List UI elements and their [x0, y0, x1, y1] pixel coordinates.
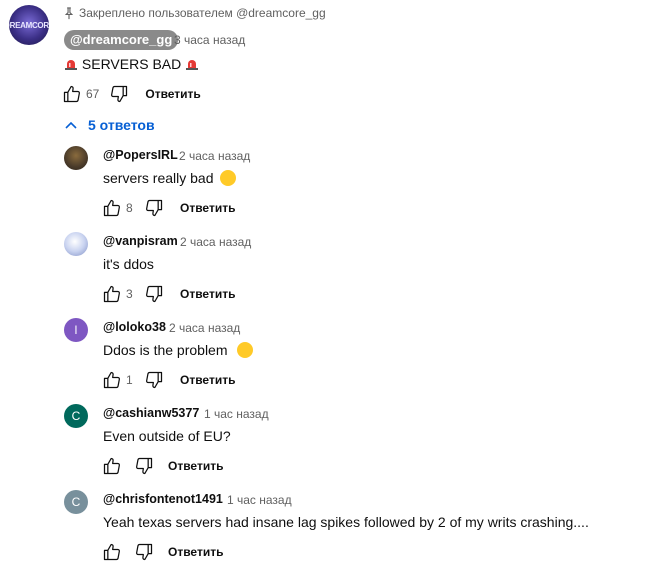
siren-emoji-icon: [186, 60, 199, 70]
comment-author[interactable]: @dreamcore_gg: [64, 30, 179, 50]
thumbs-down-icon: [146, 371, 163, 389]
reply-button[interactable]: Ответить: [168, 459, 223, 473]
like-button[interactable]: [100, 282, 124, 306]
reply-actions: 3 Ответить: [100, 282, 235, 306]
reply-text: Yeah texas servers had insane lag spikes…: [103, 514, 589, 530]
avatar[interactable]: l: [64, 318, 88, 342]
dislike-button[interactable]: [132, 540, 156, 564]
thumbs-down-icon: [111, 85, 128, 103]
comment-text: SERVERS BAD: [64, 56, 199, 72]
like-button[interactable]: [100, 196, 124, 220]
thumbs-up-icon: [103, 457, 120, 475]
reply-actions: 1 Ответить: [100, 368, 235, 392]
thumbs-up-icon: [103, 285, 120, 303]
avatar-letter: C: [71, 495, 81, 509]
reply-author[interactable]: @loloko38: [103, 320, 166, 334]
reply-button[interactable]: Ответить: [180, 201, 235, 215]
reply-actions: Ответить: [100, 454, 223, 478]
thumbs-down-icon: [146, 199, 163, 217]
reply-author[interactable]: @chrisfontenot1491: [103, 492, 223, 506]
worried-emoji-icon: [237, 342, 254, 358]
dislike-button[interactable]: [132, 454, 156, 478]
like-button[interactable]: [60, 82, 84, 106]
reply-button[interactable]: Ответить: [180, 373, 235, 387]
reply-time[interactable]: 1 час назад: [227, 493, 292, 507]
avatar[interactable]: [64, 146, 88, 170]
reply-actions: Ответить: [100, 540, 223, 564]
reply-button[interactable]: Ответить: [145, 87, 200, 101]
pinned-text: Закреплено пользователем @dreamcore_gg: [79, 6, 326, 20]
like-count: 1: [126, 373, 133, 387]
comment-text-body: SERVERS BAD: [81, 56, 182, 72]
reply-time[interactable]: 2 часа назад: [169, 321, 240, 335]
reply-time[interactable]: 2 часа назад: [180, 235, 251, 249]
replies-toggle[interactable]: 5 ответов: [64, 117, 155, 133]
like-count: 8: [126, 201, 133, 215]
thumbs-down-icon: [146, 285, 163, 303]
like-count: 3: [126, 287, 133, 301]
reply-text: servers really bad: [103, 170, 237, 186]
thumbs-down-icon: [136, 543, 153, 561]
thumbs-up-icon: [63, 85, 80, 103]
thumbs-up-icon: [103, 199, 120, 217]
pinned-label: Закреплено пользователем @dreamcore_gg: [64, 6, 326, 20]
reply-text-body: servers really bad: [103, 170, 214, 186]
dislike-button[interactable]: [107, 82, 131, 106]
avatar[interactable]: C: [64, 404, 88, 428]
reply-button[interactable]: Ответить: [180, 287, 235, 301]
thumbs-up-icon: [103, 543, 120, 561]
reply-time[interactable]: 1 час назад: [204, 407, 269, 421]
thumbs-down-icon: [136, 457, 153, 475]
dislike-button[interactable]: [142, 282, 166, 306]
replies-toggle-label: 5 ответов: [88, 117, 155, 133]
avatar[interactable]: C: [64, 490, 88, 514]
reply-text: Even outside of EU?: [103, 428, 231, 444]
dislike-button[interactable]: [142, 196, 166, 220]
chevron-up-icon: [65, 121, 77, 129]
avatar-letter: l: [74, 323, 78, 337]
channel-logo: DREAMCORE: [9, 20, 49, 30]
channel-avatar[interactable]: DREAMCORE: [9, 5, 49, 45]
thumbs-up-icon: [103, 371, 120, 389]
like-count: 67: [86, 87, 100, 101]
like-button[interactable]: [100, 454, 124, 478]
reply-button[interactable]: Ответить: [168, 545, 223, 559]
like-button[interactable]: [100, 540, 124, 564]
avatar[interactable]: [64, 232, 88, 256]
comment-time[interactable]: 3 часа назад: [174, 33, 245, 47]
like-button[interactable]: [100, 368, 124, 392]
siren-emoji-icon: [65, 60, 77, 70]
reply-time[interactable]: 2 часа назад: [179, 149, 250, 163]
comment-actions: 67 Ответить: [60, 82, 201, 106]
reply-author[interactable]: @cashianw5377: [103, 406, 199, 420]
reply-text: Ddos is the problem: [103, 342, 254, 358]
reply-text: it's ddos: [103, 256, 154, 272]
avatar-letter: C: [71, 409, 81, 423]
reply-author[interactable]: @PopersIRL: [103, 148, 178, 162]
reply-actions: 8 Ответить: [100, 196, 235, 220]
reply-text-body: Ddos is the problem: [103, 342, 228, 358]
dislike-button[interactable]: [142, 368, 166, 392]
reply-author[interactable]: @vanpisram: [103, 234, 178, 248]
pin-icon: [64, 6, 74, 19]
crying-emoji-icon: [220, 170, 237, 186]
